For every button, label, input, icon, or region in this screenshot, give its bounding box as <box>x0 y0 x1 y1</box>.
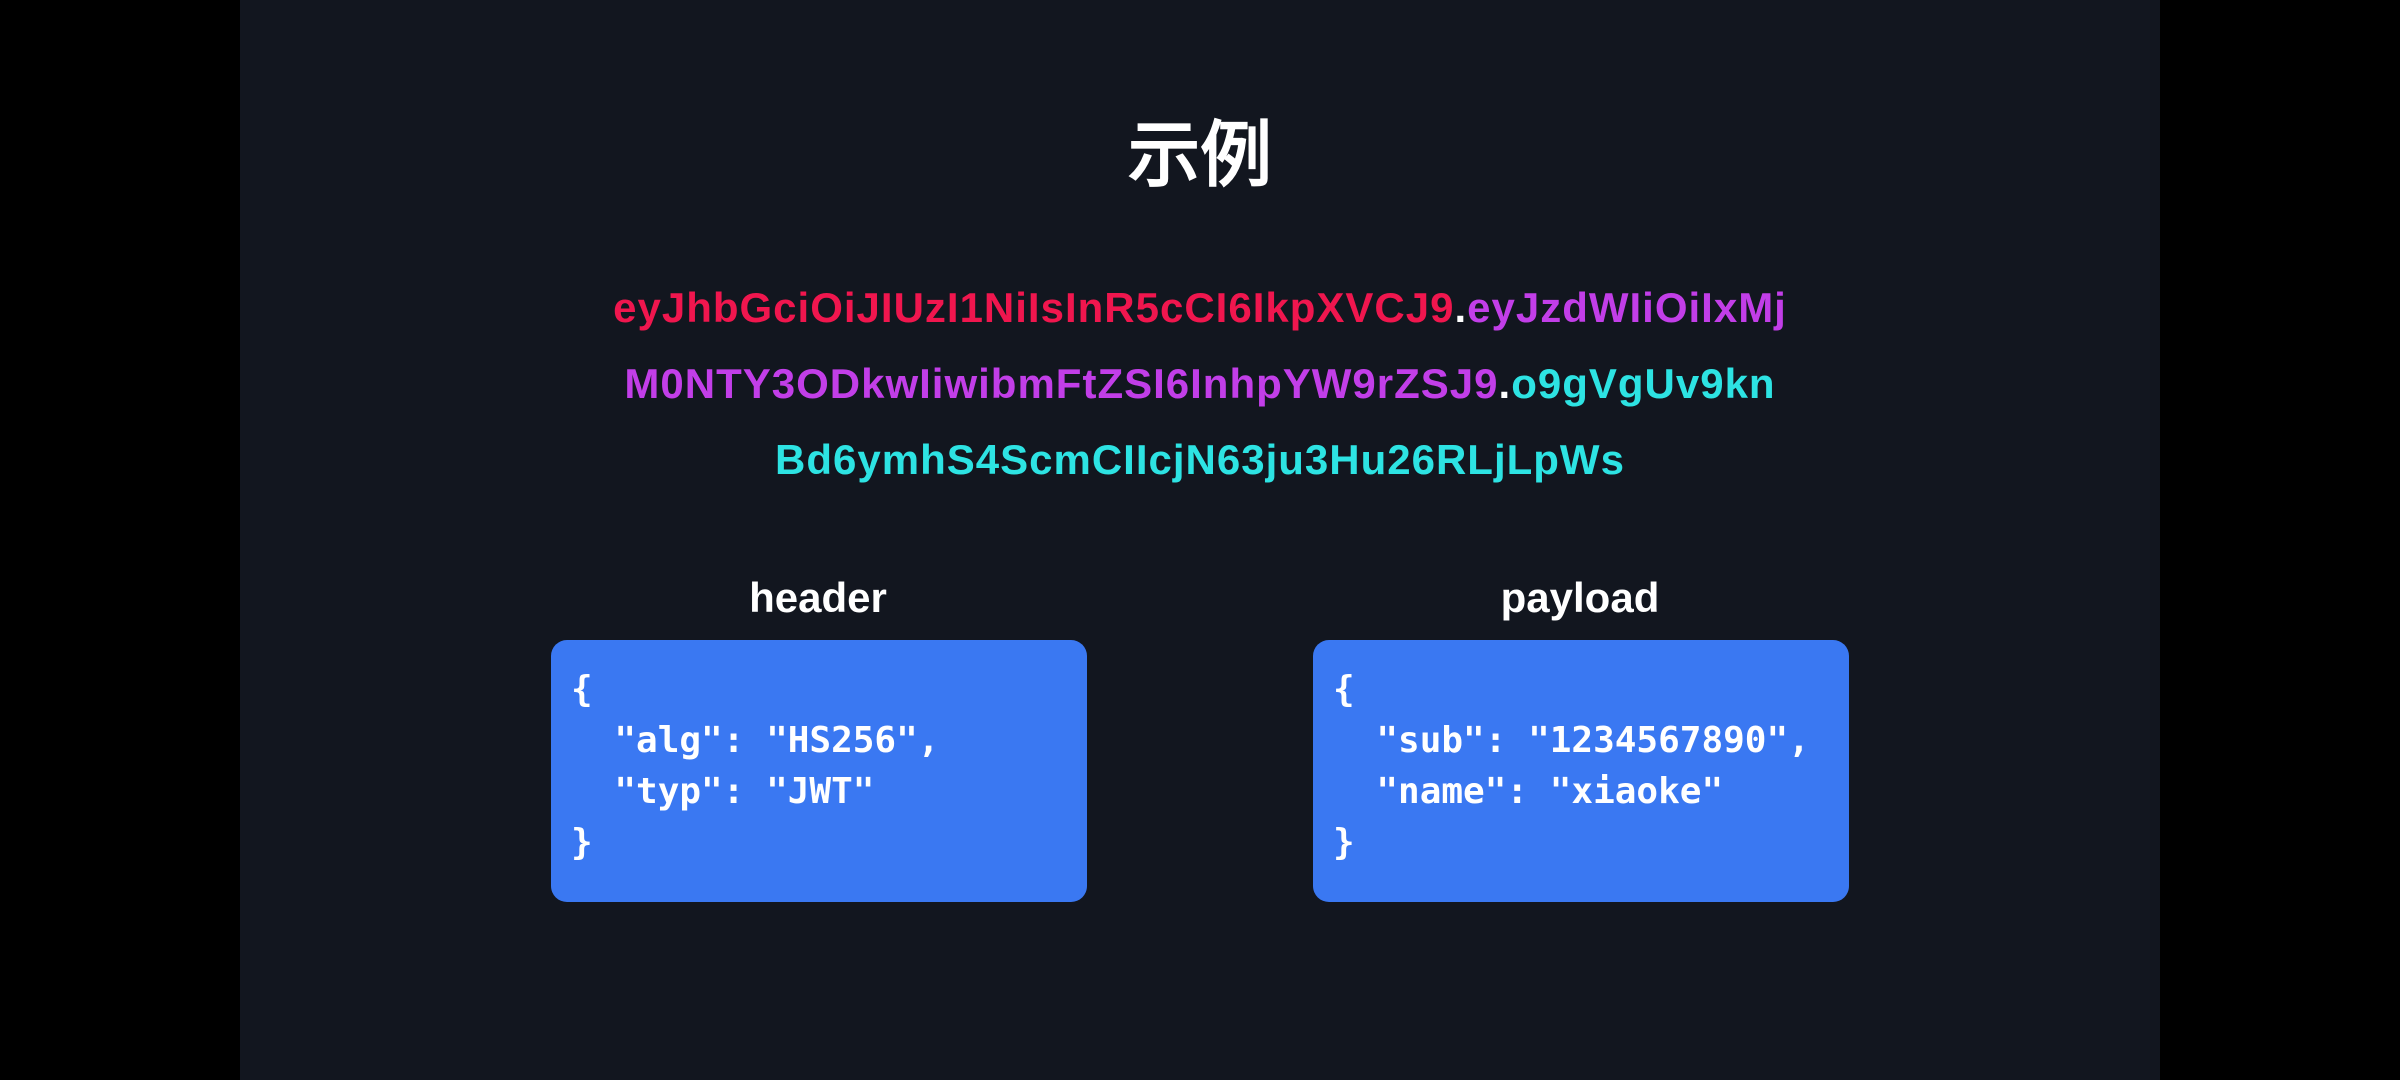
token-separator-dot: . <box>1454 284 1468 331</box>
token-payload-segment: M0NTY3ODkwIiwibmFtZSI6InhpYW9rZSJ9 <box>624 360 1499 407</box>
header-code-box: { "alg": "HS256", "typ": "JWT"} <box>551 640 1087 902</box>
token-header-segment: eyJhbGciOiJIUzI1NiIsInR5cCI6IkpXVCJ9 <box>613 284 1455 331</box>
header-box-label: header <box>749 574 887 621</box>
slide: 示例 eyJhbGciOiJIUzI1NiIsInR5cCI6IkpXVCJ9.… <box>240 0 2160 1080</box>
code-line: "sub": "1234567890", <box>1333 720 1810 761</box>
jwt-token-line-3: Bd6ymhS4ScmCIIcjN63ju3Hu26RLjLpWs <box>240 422 2160 498</box>
token-separator-dot: . <box>1498 360 1512 407</box>
token-signature-segment: Bd6ymhS4ScmCIIcjN63ju3Hu26RLjLpWs <box>775 436 1625 483</box>
code-line: "typ": "JWT" <box>571 771 875 812</box>
code-line: { <box>571 669 593 710</box>
code-line: } <box>571 822 593 863</box>
token-signature-segment: o9gVgUv9kn <box>1511 360 1776 407</box>
jwt-token-line-1: eyJhbGciOiJIUzI1NiIsInR5cCI6IkpXVCJ9.eyJ… <box>240 270 2160 346</box>
token-payload-segment: eyJzdWIiOiIxMj <box>1467 284 1787 331</box>
slide-title: 示例 <box>1127 113 1272 197</box>
code-line: } <box>1333 822 1355 863</box>
code-line: { <box>1333 669 1355 710</box>
payload-code-box: { "sub": "1234567890", "name": "xiaoke"} <box>1313 640 1849 902</box>
code-line: "name": "xiaoke" <box>1333 771 1724 812</box>
payload-box-label: payload <box>1500 574 1660 621</box>
code-line: "alg": "HS256", <box>571 720 940 761</box>
jwt-token-line-2: M0NTY3ODkwIiwibmFtZSI6InhpYW9rZSJ9.o9gVg… <box>240 346 2160 422</box>
